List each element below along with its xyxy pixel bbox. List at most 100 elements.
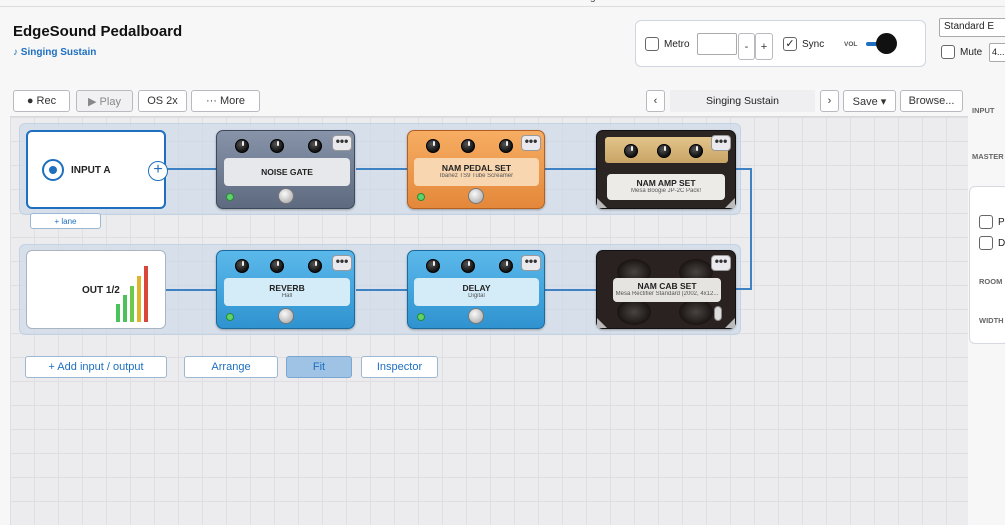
browse-button[interactable]: Browse... [900, 90, 963, 112]
save-button[interactable]: Save ▾ [843, 90, 896, 112]
wire-input-gate [166, 168, 217, 170]
reverb-pedal[interactable]: ••• REVERB Hall [216, 250, 355, 329]
preset-selector[interactable]: Singing Sustain [670, 90, 815, 112]
amp-knob-1[interactable] [624, 144, 638, 158]
delay-led [417, 313, 425, 321]
metro-checkbox[interactable] [645, 37, 659, 51]
amp-knob-3[interactable] [689, 144, 703, 158]
pedal-footswitch[interactable] [468, 188, 484, 204]
gate-footswitch[interactable] [278, 188, 294, 204]
tuning-select[interactable]: Standard E [939, 18, 1005, 37]
side-room-label: ROOM [979, 277, 1003, 286]
gate-knob-3[interactable] [308, 139, 322, 153]
noise-gate-pedal[interactable]: ••• NOISE GATE [216, 130, 355, 209]
pedal-knob-3[interactable] [499, 139, 513, 153]
pedal-name: NAM PEDAL SET [441, 163, 512, 173]
reverb-footswitch[interactable] [278, 308, 294, 324]
wire-cab-right [736, 288, 752, 290]
gate-plate: NOISE GATE [224, 158, 350, 186]
add-input-output-button[interactable]: + Add input / output [25, 356, 167, 378]
app-title: EdgeSound Pedalboard [13, 23, 183, 40]
cab-more-button[interactable]: ••• [711, 255, 731, 271]
delay-pedal[interactable]: ••• DELAY Digital [407, 250, 545, 329]
side-width-label: WIDTH [979, 316, 1004, 325]
window-title-fragment: g [590, 0, 596, 3]
nam-cab-set[interactable]: ••• NAM CAB SET Mesa Rectifier Standard … [596, 250, 736, 329]
delay-footswitch[interactable] [468, 308, 484, 324]
wire-vertical [750, 168, 752, 289]
delay-type: Digital [468, 293, 485, 299]
oversample-button[interactable]: OS 2x [138, 90, 187, 112]
gate-knob-2[interactable] [270, 139, 284, 153]
sync-checkbox[interactable]: ✓ [783, 37, 797, 51]
wire-delay-cab [545, 289, 596, 291]
reverb-knob-1[interactable] [235, 259, 249, 273]
cab-speaker-4 [679, 299, 713, 325]
nam-amp-set[interactable]: ••• NAM AMP SET Mesa Boogie JP-2C Pack! [596, 130, 736, 209]
delay-knob-1[interactable] [426, 259, 440, 273]
pedal-knob-1[interactable] [426, 139, 440, 153]
delay-knob-3[interactable] [499, 259, 513, 273]
side-master-label: MASTER [972, 152, 1004, 161]
reverb-plate: REVERB Hall [224, 278, 350, 306]
fit-button[interactable]: Fit [286, 356, 352, 378]
bpm-plus-button[interactable]: + [755, 33, 773, 60]
rec-button[interactable]: ● Rec [13, 90, 70, 112]
mute-label: Mute [960, 47, 983, 58]
pedal-more-button[interactable]: ••• [521, 135, 541, 151]
preset-name-link[interactable]: ♪ Singing Sustain [13, 47, 96, 58]
gate-name: NOISE GATE [261, 167, 313, 177]
arrange-button[interactable]: Arrange [184, 356, 278, 378]
mute-value-input[interactable]: 4... [989, 43, 1005, 62]
next-preset-button[interactable]: › [820, 90, 839, 112]
input-ring-icon [42, 159, 64, 181]
wire-output-reverb [166, 289, 217, 291]
side-option-2-checkbox[interactable] [979, 236, 993, 250]
add-connection-icon[interactable]: + [148, 161, 168, 181]
input-a-block[interactable]: INPUT A + [26, 130, 168, 209]
input-a-label: INPUT A [71, 165, 111, 176]
wire-amp-right [736, 168, 751, 170]
output-block[interactable]: OUT 1/2 [26, 250, 166, 329]
gate-more-button[interactable]: ••• [332, 135, 352, 151]
side-option-1-checkbox[interactable] [979, 215, 993, 229]
amp-corner-bl [597, 198, 607, 208]
amp-more-button[interactable]: ••• [711, 135, 731, 151]
amp-plate: NAM AMP SET Mesa Boogie JP-2C Pack! [607, 174, 725, 200]
reverb-more-button[interactable]: ••• [332, 255, 352, 271]
bpm-input[interactable] [697, 33, 737, 55]
cab-plate: NAM CAB SET Mesa Rectifier Standard (200… [613, 278, 721, 302]
more-button[interactable]: ··· More [191, 90, 260, 112]
cab-toggle[interactable] [714, 306, 722, 321]
wire-reverb-delay [356, 289, 407, 291]
top-divider [0, 6, 1005, 7]
metro-label: Metro [664, 39, 690, 50]
pedal-knob-2[interactable] [461, 139, 475, 153]
delay-plate: DELAY Digital [414, 278, 539, 306]
wire-gate-pedal [356, 168, 407, 170]
cab-model: Mesa Rectifier Standard (2002, 4x12... [615, 291, 719, 297]
cab-corner-br [725, 318, 735, 328]
delay-name: DELAY [462, 283, 491, 293]
amp-name: NAM AMP SET [636, 178, 696, 188]
mute-checkbox[interactable] [941, 45, 955, 59]
delay-more-button[interactable]: ••• [521, 255, 541, 271]
reverb-led [226, 313, 234, 321]
sync-label: Sync [802, 39, 825, 50]
gate-knob-1[interactable] [235, 139, 249, 153]
side-option-2-label: D [998, 238, 1005, 249]
add-lane-button[interactable]: + lane [30, 213, 101, 229]
prev-preset-button[interactable]: ‹ [646, 90, 665, 112]
reverb-knob-3[interactable] [308, 259, 322, 273]
play-button[interactable]: ▶ Play [76, 90, 133, 112]
nam-pedal-set[interactable]: ••• NAM PEDAL SET Ibanez TS9 Tube Scream… [407, 130, 545, 209]
reverb-knob-2[interactable] [270, 259, 284, 273]
amp-corner-br [725, 198, 735, 208]
delay-knob-2[interactable] [461, 259, 475, 273]
inspector-button[interactable]: Inspector [361, 356, 438, 378]
bpm-minus-button[interactable]: - [738, 33, 755, 60]
pedal-led [417, 193, 425, 201]
amp-knob-2[interactable] [657, 144, 671, 158]
vol-knob[interactable] [876, 33, 897, 54]
cab-name: NAM CAB SET [637, 281, 697, 291]
